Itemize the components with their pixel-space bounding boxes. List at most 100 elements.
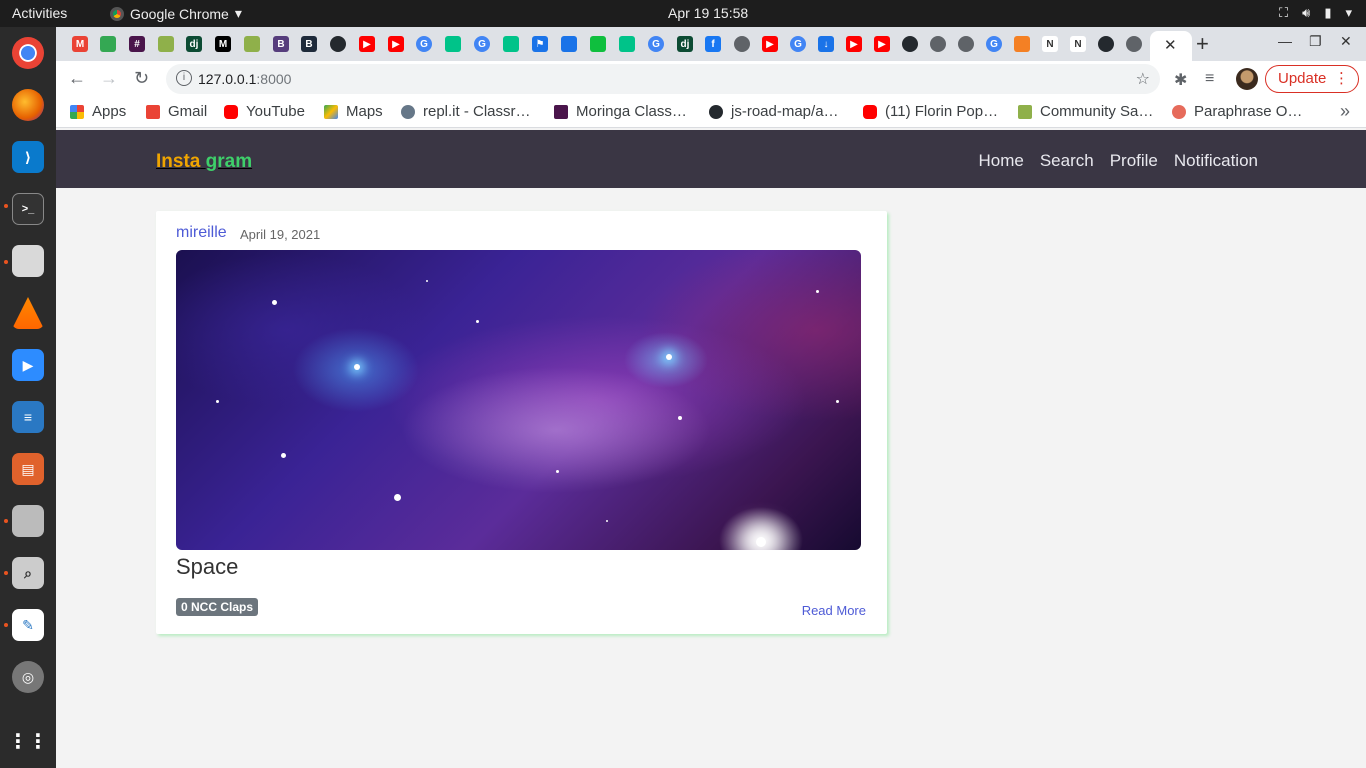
nav-search-link[interactable]: Search — [1040, 151, 1094, 171]
system-tray[interactable]: ⛶ 🔊︎ ▮ ▾ — [1279, 5, 1352, 21]
tab-square[interactable] — [561, 36, 577, 52]
tab-notion-2[interactable]: N — [1070, 36, 1086, 52]
new-tab-button[interactable]: + — [1196, 31, 1209, 57]
text-editor-launcher-icon[interactable]: ✎ — [12, 609, 44, 641]
tab-django-2[interactable]: dj — [677, 36, 693, 52]
tab-github-2[interactable] — [902, 36, 918, 52]
bookmark-maps[interactable]: Maps — [324, 103, 383, 120]
chrome-launcher-icon[interactable] — [12, 37, 44, 69]
app-menu[interactable]: Google Chrome ▾ — [110, 5, 242, 22]
tab-b[interactable]: B — [301, 36, 317, 52]
tab-django[interactable]: dj — [186, 36, 202, 52]
back-icon[interactable]: ← — [68, 68, 86, 89]
bookmark-florin-pop[interactable]: (11) Florin Pop… — [863, 103, 998, 120]
vlc-launcher-icon[interactable] — [12, 297, 44, 329]
star-dot — [816, 290, 819, 293]
maximize-icon[interactable]: ❐ — [1309, 33, 1322, 50]
impress-launcher-icon[interactable]: ▤ — [12, 453, 44, 485]
disc-launcher-icon[interactable]: ◎ — [12, 661, 44, 693]
forward-icon[interactable]: → — [100, 68, 118, 89]
bookmark-paraphrase[interactable]: Paraphrase O… — [1172, 103, 1302, 120]
bookmark-js-road-map[interactable]: js-road-map/a… — [709, 103, 839, 120]
tab-green-3[interactable] — [590, 36, 606, 52]
tab-google-2[interactable]: G — [474, 36, 490, 52]
bookmark-gmail[interactable]: Gmail — [146, 103, 207, 120]
bookmark-apps[interactable]: Apps — [70, 103, 126, 120]
tab-google-3[interactable]: G — [648, 36, 664, 52]
running-indicator — [4, 260, 8, 264]
tab-community[interactable] — [158, 36, 174, 52]
tab-notion[interactable]: N — [1042, 36, 1058, 52]
tab-youtube-5[interactable]: ▶ — [874, 36, 890, 52]
tab-green[interactable] — [445, 36, 461, 52]
update-button[interactable]: Update ⋮ — [1265, 65, 1359, 93]
tab-community-2[interactable] — [244, 36, 260, 52]
nav-profile-link[interactable]: Profile — [1110, 151, 1158, 171]
reload-icon[interactable]: ↻ — [134, 68, 149, 89]
archive-launcher-icon[interactable] — [12, 505, 44, 537]
tab-globe-3[interactable] — [958, 36, 974, 52]
show-apps-icon[interactable]: ⋮⋮ — [8, 725, 48, 757]
tab-bootstrap[interactable]: B — [273, 36, 289, 52]
replit-icon — [401, 104, 415, 119]
tab-gmail[interactable]: M — [72, 36, 88, 52]
tab-globe-4[interactable] — [1126, 36, 1142, 52]
tree-icon — [1018, 104, 1032, 119]
tab-green-4[interactable] — [619, 36, 635, 52]
post-image[interactable] — [176, 250, 861, 550]
tab-green-2[interactable] — [503, 36, 519, 52]
tab-github[interactable] — [330, 36, 346, 52]
tab-youtube-3[interactable]: ▶ — [762, 36, 778, 52]
tab-download[interactable]: ↓ — [818, 36, 834, 52]
brand-logo[interactable]: Insta gram — [156, 151, 252, 173]
bookmark-community[interactable]: Community Sa… — [1018, 103, 1153, 120]
bookmark-replit[interactable]: repl.it - Classr… — [401, 103, 531, 120]
tab-youtube-2[interactable]: ▶ — [388, 36, 404, 52]
tab-facebook[interactable]: f — [705, 36, 721, 52]
tab-youtube-4[interactable]: ▶ — [846, 36, 862, 52]
address-bar[interactable]: i 127.0.0.1:8000 ☆ — [166, 64, 1160, 94]
nav-home-link[interactable]: Home — [978, 151, 1023, 171]
tab-youtube[interactable]: ▶ — [359, 36, 375, 52]
files-launcher-icon[interactable] — [12, 245, 44, 277]
terminal-launcher-icon[interactable]: >_ — [12, 193, 44, 225]
github-icon — [709, 104, 723, 119]
tab-flag[interactable]: ⚑ — [532, 36, 548, 52]
extensions-icon[interactable]: ✱ — [1174, 70, 1187, 90]
tab-meet[interactable] — [100, 36, 116, 52]
tab-globe[interactable] — [734, 36, 750, 52]
firefox-launcher-icon[interactable] — [12, 89, 44, 121]
vscode-launcher-icon[interactable]: ⟩ — [12, 141, 44, 173]
site-info-icon[interactable]: i — [176, 70, 192, 86]
active-tab[interactable]: ✕ — [1150, 31, 1192, 61]
post-author-link[interactable]: mireille — [176, 224, 227, 242]
tab-github-3[interactable] — [1098, 36, 1114, 52]
bookmark-youtube[interactable]: YouTube — [224, 103, 305, 120]
tab-google[interactable]: G — [416, 36, 432, 52]
power-menu-icon: ▾ — [1345, 5, 1352, 20]
search-tool-launcher-icon[interactable]: ⌕ — [12, 557, 44, 589]
profile-avatar[interactable] — [1236, 68, 1258, 90]
post-date: April 19, 2021 — [240, 227, 321, 242]
tab-globe-2[interactable] — [930, 36, 946, 52]
bookmark-star-icon[interactable]: ☆ — [1136, 69, 1150, 89]
activities-button[interactable]: Activities — [12, 5, 67, 21]
tab-google-5[interactable]: G — [986, 36, 1002, 52]
media-control-icon[interactable]: ≡ — [1205, 70, 1214, 88]
minimize-icon[interactable]: — — [1278, 33, 1292, 49]
paraphrase-icon — [1172, 104, 1186, 119]
clock[interactable]: Apr 19 15:58 — [668, 5, 748, 21]
tab-google-4[interactable]: G — [790, 36, 806, 52]
nav-notification-link[interactable]: Notification — [1174, 151, 1258, 171]
bookmark-moringa[interactable]: Moringa Class… — [554, 103, 687, 120]
zoom-launcher-icon[interactable]: ▶ — [12, 349, 44, 381]
tab-slack[interactable]: # — [129, 36, 145, 52]
tab-stackoverflow[interactable] — [1014, 36, 1030, 52]
tab-medium[interactable]: M — [215, 36, 231, 52]
chevron-right-icon[interactable]: » — [1340, 101, 1350, 122]
close-window-icon[interactable]: ✕ — [1340, 33, 1352, 50]
url-text[interactable]: 127.0.0.1:8000 — [198, 71, 291, 87]
read-more-link[interactable]: Read More — [802, 603, 866, 618]
close-tab-icon[interactable]: ✕ — [1164, 36, 1177, 54]
writer-launcher-icon[interactable]: ≡ — [12, 401, 44, 433]
